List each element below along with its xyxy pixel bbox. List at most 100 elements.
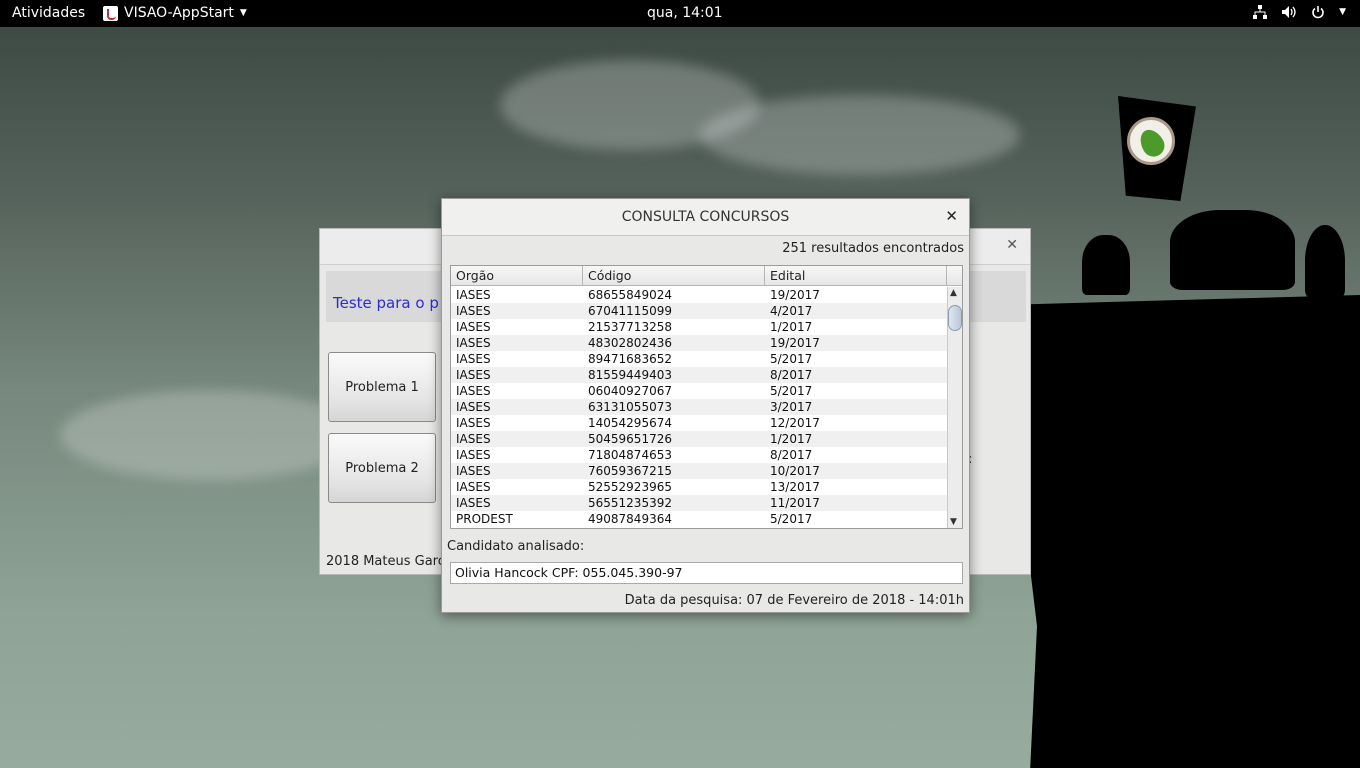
cell-codigo: 68655849024	[588, 288, 672, 302]
cell-orgao: IASES	[456, 480, 491, 494]
dialog-title: CONSULTA CONCURSOS	[621, 209, 790, 225]
table-row[interactable]: IASES 06040927067 5/2017	[451, 383, 947, 399]
cell-edital: 19/2017	[770, 336, 820, 350]
table-row[interactable]: IASES 71804874653 8/2017	[451, 447, 947, 463]
java-app-icon	[103, 5, 118, 21]
cell-orgao: IASES	[456, 336, 491, 350]
penguin-silhouette	[1305, 225, 1345, 297]
table-row[interactable]: IASES 81559449403 8/2017	[451, 367, 947, 383]
cell-orgao: PRODEST	[456, 512, 513, 526]
table-row[interactable]: IASES 52552923965 13/2017	[451, 479, 947, 495]
cell-edital: 5/2017	[770, 384, 813, 398]
cell-codigo: 14054295674	[588, 416, 672, 430]
result-count: 251 resultados encontrados	[782, 241, 964, 256]
cell-edital: 5/2017	[770, 512, 813, 526]
cell-orgao: IASES	[456, 448, 491, 462]
cell-codigo: 63131055073	[588, 400, 672, 414]
cell-orgao: IASES	[456, 432, 491, 446]
power-icon	[1312, 6, 1324, 19]
cell-edital: 13/2017	[770, 480, 820, 494]
cell-edital: 8/2017	[770, 448, 813, 462]
system-menu[interactable]: ▼	[1253, 5, 1346, 19]
table-row[interactable]: IASES 14054295674 12/2017	[451, 415, 947, 431]
dialog-titlebar: CONSULTA CONCURSOS ✕	[442, 199, 969, 236]
animal-silhouette	[1170, 210, 1295, 290]
cell-codigo: 50459651726	[588, 432, 672, 446]
table-row[interactable]: IASES 68655849024 19/2017	[451, 287, 947, 303]
cell-codigo: 81559449403	[588, 368, 672, 382]
header-text: Teste para o p	[333, 294, 439, 312]
problem-2-button[interactable]: Problema 2	[328, 433, 436, 503]
app-menu[interactable]: VISAO-AppStart ▼	[103, 5, 247, 21]
volume-icon	[1282, 6, 1296, 18]
chevron-down-icon: ▼	[1339, 7, 1346, 17]
candidate-field[interactable]: Olivia Hancock CPF: 055.045.390-97	[450, 562, 963, 584]
column-header-orgao[interactable]: Orgão	[451, 266, 583, 286]
cell-orgao: IASES	[456, 464, 491, 478]
results-table: Orgão Código Edital IASES 68655849024 19/2…	[450, 265, 963, 529]
cell-codigo: 52552923965	[588, 480, 672, 494]
scroll-up-icon[interactable]: ▲	[950, 288, 957, 298]
cell-edital: 10/2017	[770, 464, 820, 478]
footer-text: 2018 Mateus Garc	[326, 554, 445, 569]
search-date: Data da pesquisa: 07 de Fevereiro de 201…	[624, 593, 964, 608]
column-header-edital[interactable]: Edital	[765, 266, 947, 286]
cell-orgao: IASES	[456, 400, 491, 414]
table-body: IASES 68655849024 19/2017 IASES 67041115099 4…	[451, 287, 947, 527]
cell-codigo: 76059367215	[588, 464, 672, 478]
top-bar: Atividades VISAO-AppStart ▼ qua, 14:01 ▼	[0, 0, 1360, 27]
table-row[interactable]: IASES 89471683652 5/2017	[451, 351, 947, 367]
table-row[interactable]: PRODEST 49087849364 5/2017	[451, 511, 947, 527]
cell-orgao: IASES	[456, 320, 491, 334]
cell-orgao: IASES	[456, 288, 491, 302]
cloud	[60, 390, 360, 480]
cell-codigo: 67041115099	[588, 304, 672, 318]
app-menu-label: VISAO-AppStart	[124, 5, 234, 21]
clock[interactable]: qua, 14:01	[647, 5, 723, 21]
cell-edital: 11/2017	[770, 496, 820, 510]
cell-codigo: 48302802436	[588, 336, 672, 350]
cell-orgao: IASES	[456, 496, 491, 510]
cell-orgao: IASES	[456, 352, 491, 366]
creature-silhouette	[1082, 235, 1130, 295]
problem-1-button[interactable]: Problema 1	[328, 352, 436, 422]
table-row[interactable]: IASES 48302802436 19/2017	[451, 335, 947, 351]
vertical-scrollbar[interactable]: ▲ ▼	[947, 287, 962, 528]
table-row[interactable]: IASES 76059367215 10/2017	[451, 463, 947, 479]
cell-edital: 4/2017	[770, 304, 813, 318]
cell-edital: 3/2017	[770, 400, 813, 414]
cell-codigo: 49087849364	[588, 512, 672, 526]
cloud	[700, 95, 1020, 175]
leaf-logo-icon	[1127, 117, 1175, 165]
table-row[interactable]: IASES 21537713258 1/2017	[451, 319, 947, 335]
cell-edital: 5/2017	[770, 352, 813, 366]
cell-orgao: IASES	[456, 368, 491, 382]
chevron-down-icon: ▼	[239, 8, 247, 18]
table-row[interactable]: IASES 56551235392 11/2017	[451, 495, 947, 511]
cell-codigo: 89471683652	[588, 352, 672, 366]
cliff-silhouette	[1020, 295, 1360, 768]
activities-button[interactable]: Atividades	[12, 5, 85, 21]
table-header: Orgão Código Edital	[451, 266, 962, 286]
cell-codigo: 06040927067	[588, 384, 672, 398]
close-icon[interactable]: ✕	[945, 207, 958, 225]
cell-codigo: 71804874653	[588, 448, 672, 462]
scrollbar-thumb[interactable]	[948, 305, 962, 331]
close-icon[interactable]: ✕	[1006, 237, 1018, 253]
cell-edital: 1/2017	[770, 320, 813, 334]
table-row[interactable]: IASES 50459651726 1/2017	[451, 431, 947, 447]
cell-orgao: IASES	[456, 384, 491, 398]
candidate-label: Candidato analisado:	[447, 539, 585, 554]
cell-edital: 1/2017	[770, 432, 813, 446]
cell-edital: 12/2017	[770, 416, 820, 430]
cell-codigo: 21537713258	[588, 320, 672, 334]
cell-codigo: 56551235392	[588, 496, 672, 510]
table-row[interactable]: IASES 63131055073 3/2017	[451, 399, 947, 415]
column-header-codigo[interactable]: Código	[583, 266, 765, 286]
cell-edital: 8/2017	[770, 368, 813, 382]
cell-orgao: IASES	[456, 416, 491, 430]
cell-orgao: IASES	[456, 304, 491, 318]
scroll-down-icon[interactable]: ▼	[950, 517, 957, 527]
network-icon	[1253, 5, 1268, 19]
table-row[interactable]: IASES 67041115099 4/2017	[451, 303, 947, 319]
